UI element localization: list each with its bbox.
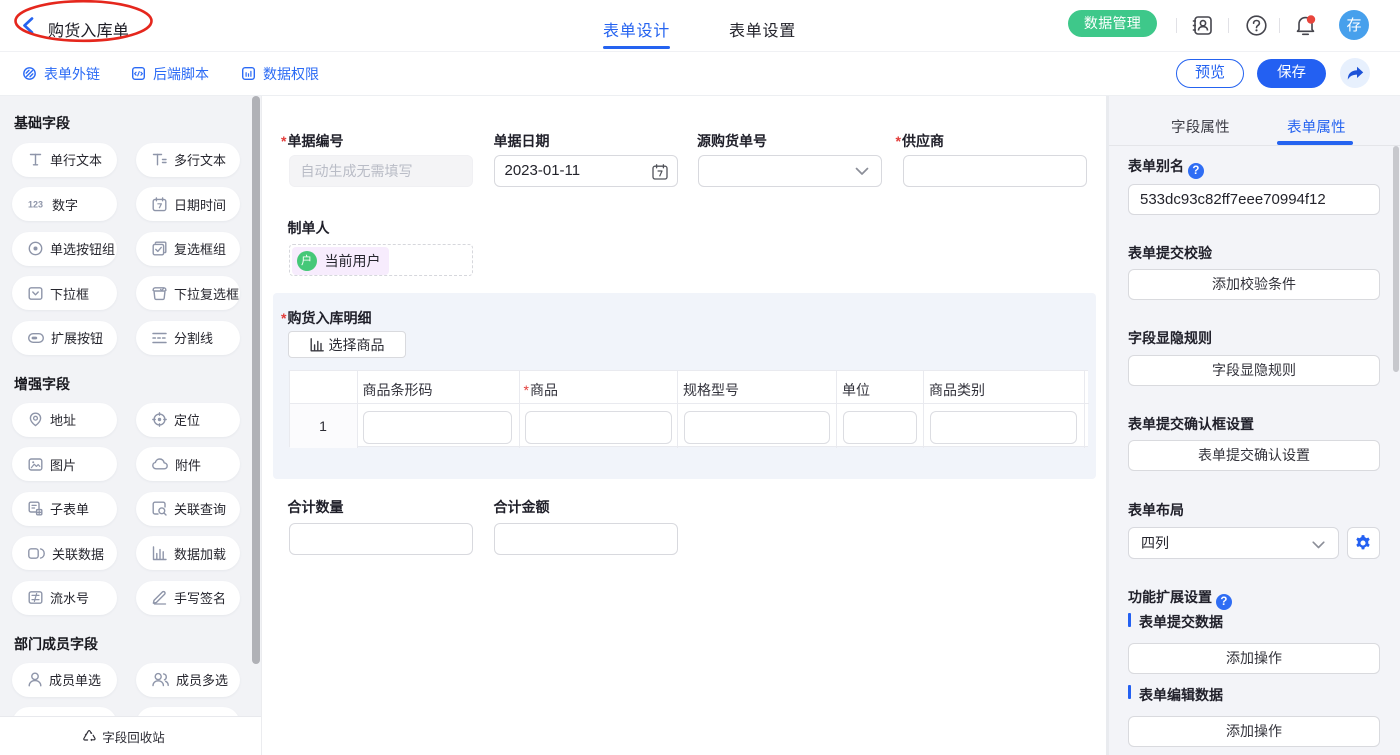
svg-text:123: 123 — [28, 200, 43, 210]
